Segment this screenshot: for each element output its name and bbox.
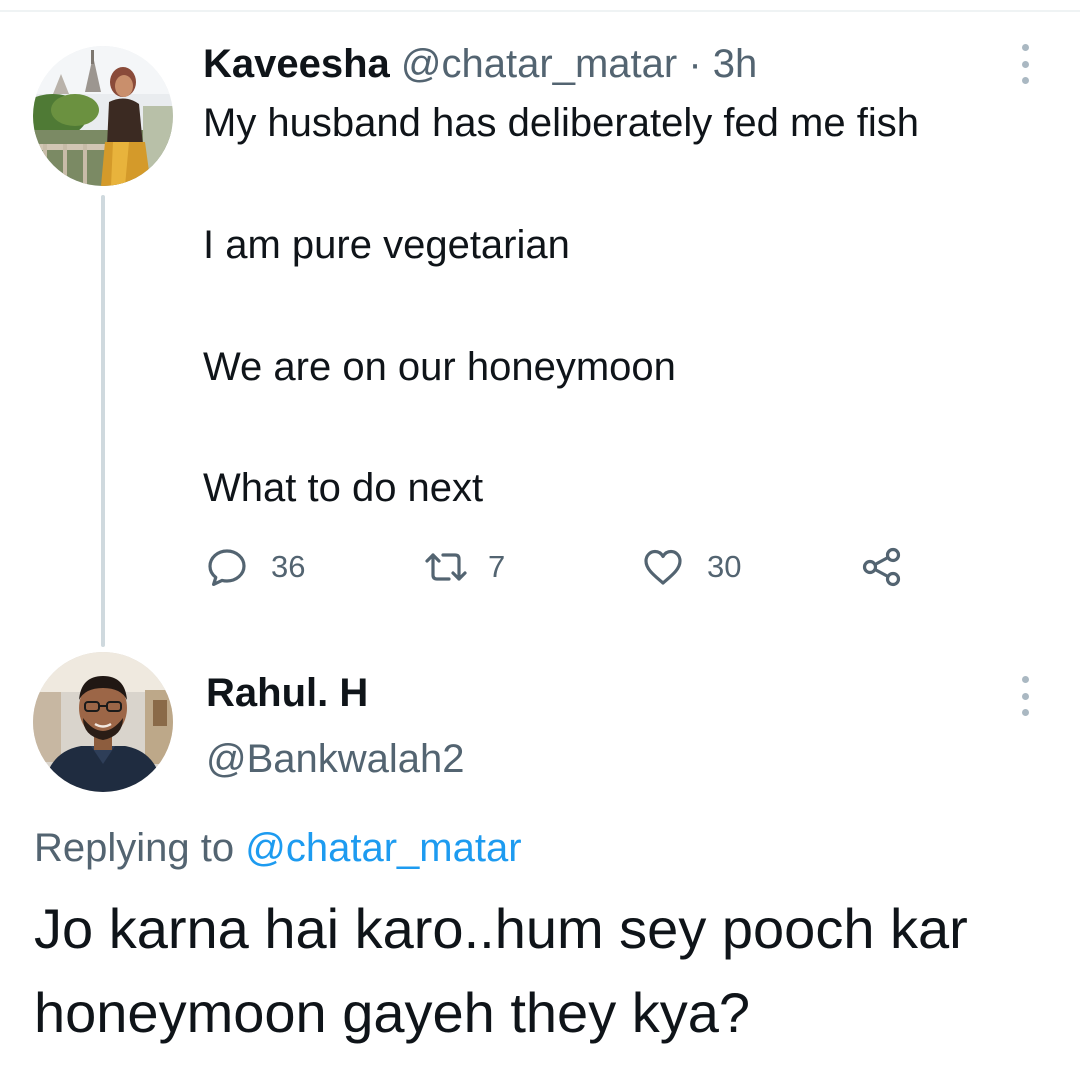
tweet-text-line: What to do next — [203, 466, 484, 510]
share-icon — [862, 547, 901, 587]
reply-author-name[interactable]: Rahul. H — [206, 668, 368, 718]
tweet-header: Kaveesha @chatar_matar · 3h — [203, 38, 757, 90]
header-separator: · — [688, 42, 702, 86]
heart-icon — [644, 549, 682, 585]
like-count: 30 — [707, 549, 742, 584]
reply-text: Jo karna hai karo..hum sey pooch kar hon… — [34, 897, 968, 1044]
tweet-text-line: We are on our honeymoon — [203, 345, 676, 389]
replying-to-line: Replying to @chatar_matar — [34, 822, 522, 874]
reply-count: 36 — [271, 549, 306, 584]
reply-button[interactable]: 36 — [205, 545, 305, 589]
reply-author-avatar[interactable] — [33, 652, 173, 792]
author-name[interactable]: Kaveesha — [203, 42, 390, 86]
retweet-count: 7 — [488, 549, 506, 584]
replying-to-label: Replying to — [34, 826, 235, 870]
more-options-icon[interactable] — [1019, 44, 1031, 84]
author-avatar[interactable] — [33, 46, 173, 186]
top-divider — [0, 10, 1080, 12]
author-handle[interactable]: @chatar_matar — [401, 42, 677, 86]
tweet-timestamp[interactable]: 3h — [713, 42, 758, 86]
replying-to-mention[interactable]: @chatar_matar — [245, 826, 521, 870]
retweet-icon — [425, 553, 467, 581]
tweet-text-line: My husband has deliberately fed me fish — [203, 101, 919, 145]
tweet-text-line: I am pure vegetarian — [203, 223, 570, 267]
more-options-icon[interactable] — [1019, 676, 1031, 716]
thread-connector-line — [101, 195, 105, 647]
retweet-button[interactable]: 7 — [422, 545, 505, 589]
share-button[interactable] — [860, 545, 904, 589]
like-button[interactable]: 30 — [641, 545, 741, 589]
speech-bubble-icon — [208, 549, 246, 586]
reply-author-handle[interactable]: @Bankwalah2 — [206, 734, 465, 784]
